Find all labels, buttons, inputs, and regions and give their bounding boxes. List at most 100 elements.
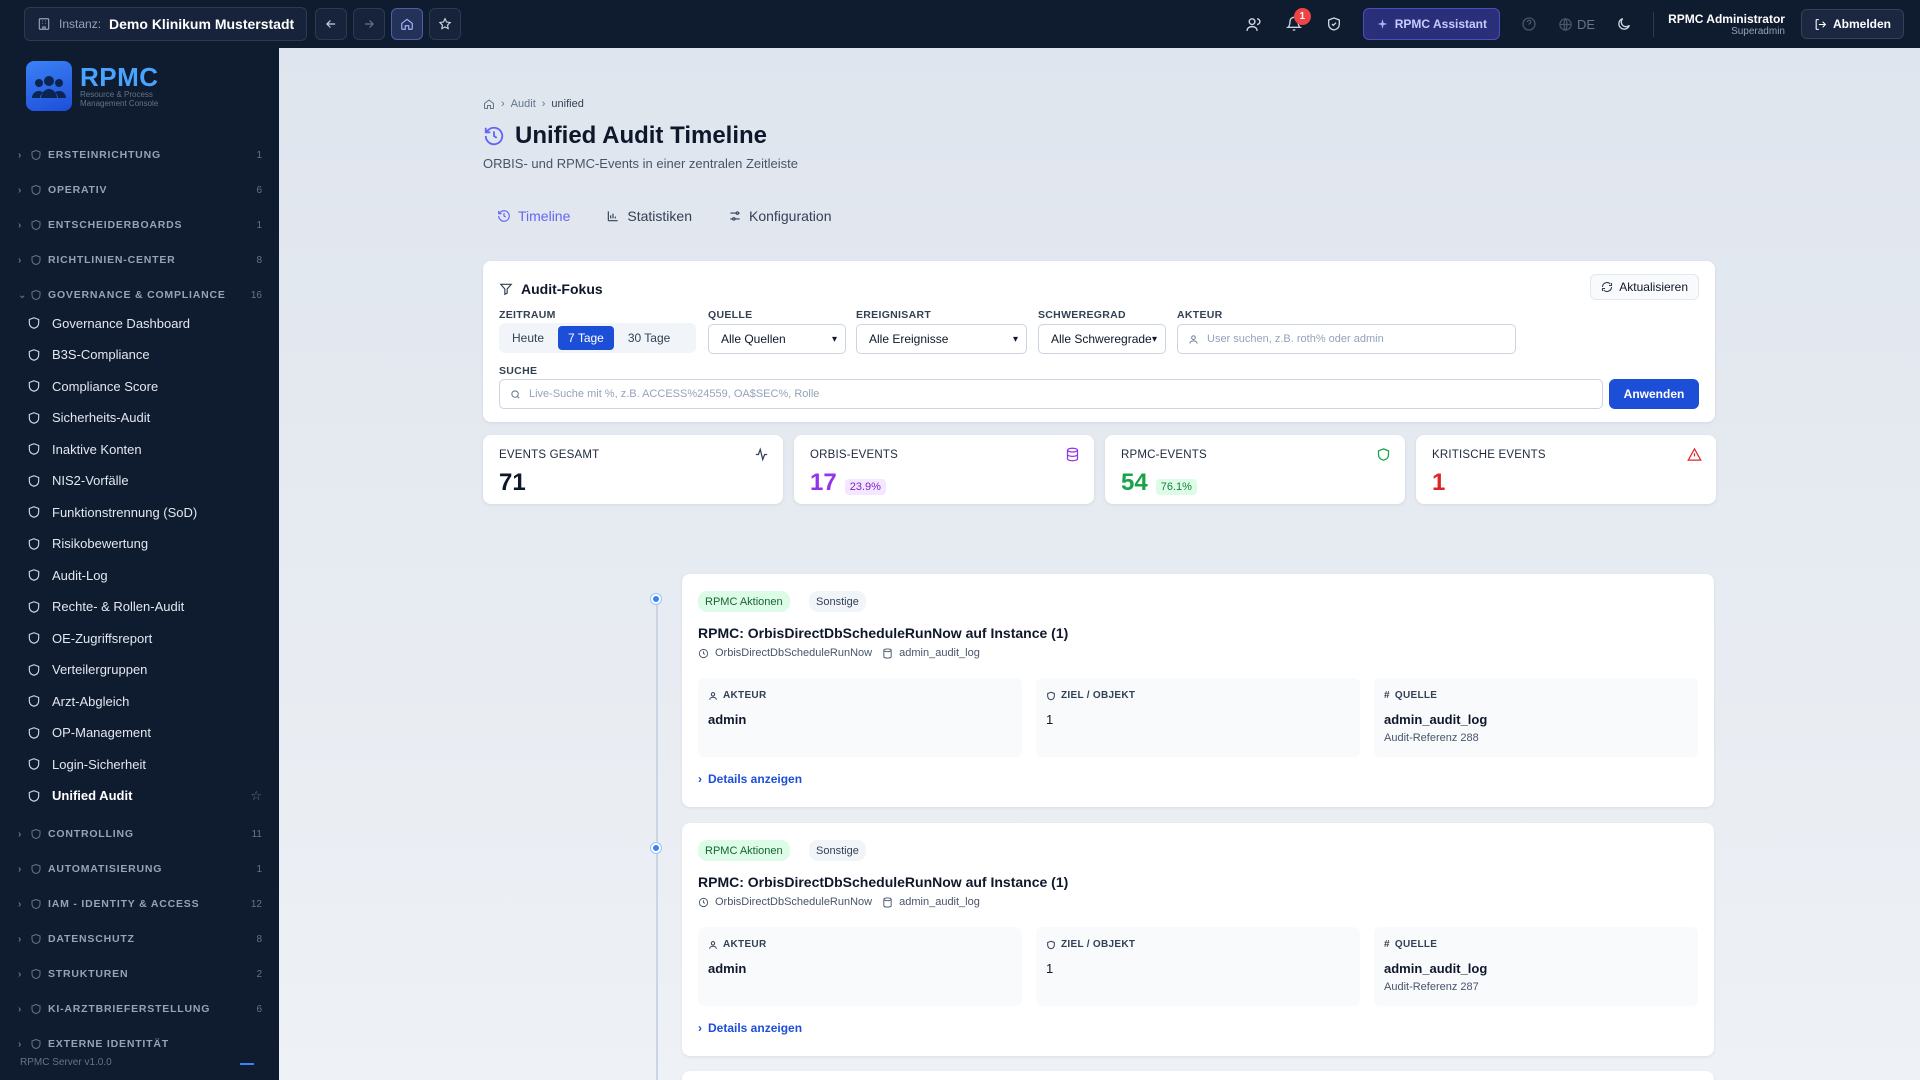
building-icon bbox=[38, 18, 50, 30]
star-icon[interactable]: ☆ bbox=[250, 788, 262, 804]
user-icon bbox=[30, 1038, 48, 1050]
suche-input[interactable]: Live-Suche mit %, z.B. ACCESS%24559, OA$… bbox=[499, 379, 1603, 409]
sidebar-item[interactable]: OE-Zugriffsreport bbox=[26, 626, 262, 650]
sidebar-group-count: 6 bbox=[256, 1003, 262, 1015]
sidebar-item-label: Audit-Log bbox=[52, 567, 108, 583]
sidebar-group[interactable]: › DATENSCHUTZ 8 bbox=[18, 929, 262, 949]
chevron-right-icon: › bbox=[18, 254, 23, 266]
sidebar-item[interactable]: B3S-Compliance bbox=[26, 343, 262, 367]
top-bar: Instanz: Demo Klinikum Musterstadt 1 RPM… bbox=[0, 0, 1920, 48]
sidebar-item[interactable]: Unified Audit ☆ bbox=[26, 784, 262, 808]
ziel-label-text: ZIEL / OBJEKT bbox=[1061, 690, 1136, 701]
sidebar-item[interactable]: OP-Management bbox=[26, 721, 262, 745]
sidebar: RPMC Resource & Process Management Conso… bbox=[0, 48, 293, 1080]
sidebar-item[interactable]: Login-Sicherheit bbox=[26, 752, 262, 776]
sidebar-item[interactable]: Inaktive Konten bbox=[26, 437, 262, 461]
home-button[interactable] bbox=[391, 8, 424, 40]
users-button[interactable] bbox=[1237, 7, 1271, 41]
akteur-input[interactable]: User suchen, z.B. roth% oder admin bbox=[1177, 324, 1516, 354]
chevron-right-icon: › bbox=[18, 149, 23, 161]
akteur-label-text: AKTEUR bbox=[723, 690, 767, 701]
logout-button[interactable]: Abmelden bbox=[1800, 9, 1904, 39]
schweregrad-label: SCHWEREGRAD bbox=[1038, 309, 1126, 321]
stat-events-gesamt: EVENTS GESAMT 71 bbox=[483, 435, 783, 504]
notifications-button[interactable]: 1 bbox=[1277, 7, 1311, 41]
sidebar-item-label: Risikobewertung bbox=[52, 536, 149, 551]
sidebar-item[interactable]: Funktionstrennung (SoD) bbox=[26, 500, 262, 524]
chevron-down-icon: ▾ bbox=[831, 333, 837, 345]
rpmc-assistant-button[interactable]: RPMC Assistant bbox=[1362, 8, 1501, 40]
details-toggle[interactable]: › Details anzeigen bbox=[698, 1021, 802, 1035]
breadcrumb-separator: › bbox=[501, 98, 505, 110]
details-toggle[interactable]: › Details anzeigen bbox=[698, 772, 802, 786]
tab-konfiguration[interactable]: Konfiguration bbox=[728, 208, 832, 224]
sidebar-group[interactable]: › AUTOMATISIERUNG 1 bbox=[18, 859, 262, 879]
zeitraum-option-30-tage[interactable]: 30 Tage bbox=[618, 326, 681, 350]
event-table: admin_audit_log bbox=[899, 896, 980, 908]
app-logo[interactable]: RPMC Resource & Process Management Conso… bbox=[0, 48, 279, 116]
sidebar-item[interactable]: Rechte- & Rollen-Audit bbox=[26, 595, 262, 619]
sidebar-group[interactable]: › ENTSCHEIDERBOARDS 1 bbox=[18, 215, 262, 235]
shield-check-icon bbox=[26, 630, 42, 646]
breadcrumb-item-audit[interactable]: Audit bbox=[511, 98, 536, 110]
sidebar-group[interactable]: › CONTROLLING 11 bbox=[18, 824, 262, 844]
zeitraum-option-heute[interactable]: Heute bbox=[502, 326, 554, 350]
help-button[interactable] bbox=[1512, 7, 1546, 41]
sidebar-group-count: 8 bbox=[256, 254, 262, 266]
user-info: RPMC Administrator Superadmin bbox=[1653, 11, 1785, 37]
chevron-right-icon: › bbox=[18, 184, 23, 196]
favorite-button[interactable] bbox=[429, 8, 462, 40]
sidebar-group[interactable]: › ERSTEINRICHTUNG 1 bbox=[18, 145, 262, 165]
sidebar-item-label: OE-Zugriffsreport bbox=[52, 630, 153, 646]
zeitraum-option-7-tage[interactable]: 7 Tage bbox=[558, 326, 614, 350]
quelle-label-text: QUELLE bbox=[1394, 939, 1438, 950]
theme-toggle[interactable] bbox=[1607, 7, 1641, 41]
sidebar-group-count: 2 bbox=[256, 968, 262, 980]
sidebar-group[interactable]: › IAM - IDENTITY & ACCESS 12 bbox=[18, 894, 262, 914]
sidebar-item-label: OP-Management bbox=[52, 725, 151, 740]
tab-timeline[interactable]: Timeline bbox=[497, 208, 570, 224]
sidebar-item[interactable]: Audit-Log bbox=[26, 563, 262, 587]
quelle-select[interactable]: Alle Quellen ▾ bbox=[708, 324, 846, 354]
back-button[interactable] bbox=[315, 8, 348, 40]
stat-number: 1 bbox=[1432, 469, 1446, 496]
sidebar-item[interactable]: Compliance Score bbox=[26, 374, 262, 398]
refresh-button[interactable]: Aktualisieren bbox=[1590, 274, 1699, 300]
event-meta: OrbisDirectDbScheduleRunNow admin_audit_l… bbox=[698, 896, 980, 908]
sidebar-group[interactable]: › EXTERNE IDENTITÄT bbox=[18, 1034, 262, 1054]
security-button[interactable] bbox=[1317, 7, 1351, 41]
language-switcher[interactable]: DE bbox=[1552, 17, 1601, 32]
bolt-icon bbox=[30, 863, 48, 875]
instance-selector[interactable]: Instanz: Demo Klinikum Musterstadt bbox=[24, 7, 308, 41]
sidebar-item-label: Arzt-Abgleich bbox=[52, 693, 130, 709]
sidebar-item[interactable]: Sicherheits-Audit bbox=[26, 406, 262, 430]
sidebar-group[interactable]: › RICHTLINIEN-CENTER 8 bbox=[18, 250, 262, 270]
user-icon bbox=[1189, 334, 1198, 344]
instance-value: Demo Klinikum Musterstadt bbox=[109, 16, 295, 32]
sidebar-item[interactable]: Risikobewertung bbox=[26, 532, 262, 556]
sidebar-item-label: Inaktive Konten bbox=[52, 441, 142, 457]
quelle-box-label: # QUELLE bbox=[1384, 939, 1437, 950]
sidebar-item[interactable]: Governance Dashboard bbox=[26, 311, 262, 335]
sidebar-item[interactable]: NIS2-Vorfälle bbox=[26, 469, 262, 493]
schweregrad-select[interactable]: Alle Schweregrade ▾ bbox=[1038, 324, 1166, 354]
sidebar-item[interactable]: Verteilergruppen bbox=[26, 658, 262, 682]
activity-icon bbox=[26, 567, 42, 583]
akteur-box-label: AKTEUR bbox=[708, 939, 766, 950]
audit-event-card: RPMC Aktionen Sonstige RPMC: OrbisDirectDb… bbox=[682, 823, 1714, 1056]
sidebar-item[interactable]: Arzt-Abgleich bbox=[26, 689, 262, 713]
ereignisart-value: Alle Ereignisse bbox=[869, 332, 949, 346]
sidebar-group[interactable]: › KI-ARZTBRIEFERSTELLUNG 6 bbox=[18, 999, 262, 1019]
apply-button[interactable]: Anwenden bbox=[1609, 379, 1699, 409]
database-icon bbox=[883, 647, 892, 659]
sidebar-group[interactable]: ⌄ GOVERNANCE & COMPLIANCE 16 bbox=[18, 285, 262, 305]
details-label: Details anzeigen bbox=[708, 1021, 803, 1035]
sidebar-group[interactable]: › STRUKTUREN 2 bbox=[18, 964, 262, 984]
tab-statistiken[interactable]: Statistiken bbox=[606, 208, 692, 224]
ereignisart-select[interactable]: Alle Ereignisse ▾ bbox=[856, 324, 1027, 354]
stat-label: EVENTS GESAMT bbox=[499, 449, 600, 461]
forward-button[interactable] bbox=[353, 8, 386, 40]
home-icon[interactable] bbox=[483, 98, 495, 110]
sidebar-group[interactable]: › OPERATIV 6 bbox=[18, 180, 262, 200]
logo-text: RPMC Resource & Process Management Conso… bbox=[80, 64, 159, 108]
